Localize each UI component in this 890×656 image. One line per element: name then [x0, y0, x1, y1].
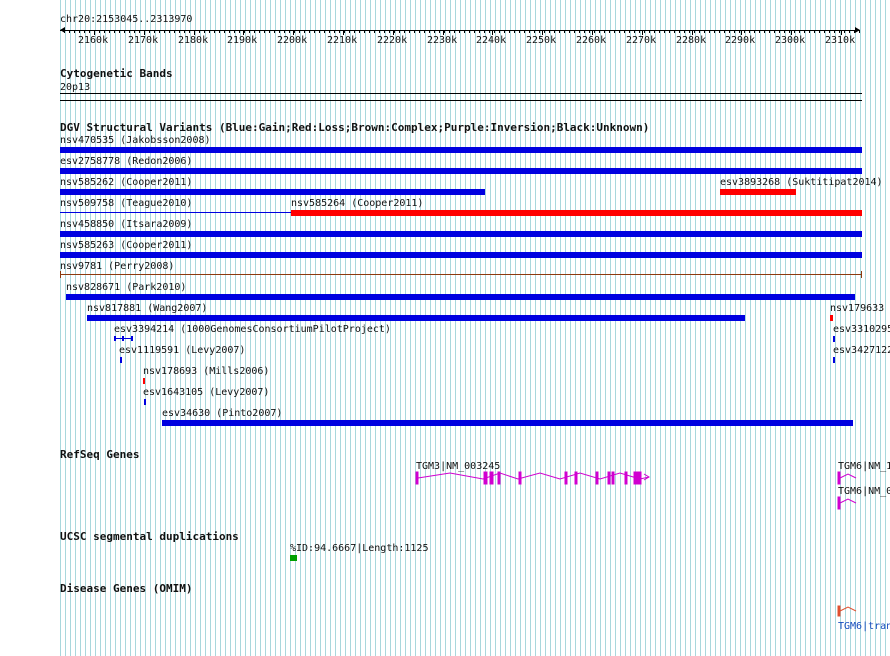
- genome-browser-panel[interactable]: chr20:2153045..2313970 2160k 2170k 2180k 21…: [0, 0, 890, 656]
- gene-models-layer: [415, 471, 857, 617]
- tgm6-gene-model: [837, 471, 857, 510]
- omim-gene-model: [837, 605, 857, 617]
- omim-gene-label[interactable]: TGM6|tran: [838, 621, 890, 632]
- segdup-label[interactable]: %ID:94.6667|Length:1125: [290, 543, 428, 554]
- omim-track-title: Disease Genes (OMIM): [60, 582, 193, 595]
- tgm3-gene-model: [415, 471, 650, 485]
- segdup-track-title: UCSC segmental duplications: [60, 530, 239, 543]
- segdup-block[interactable]: [290, 555, 297, 561]
